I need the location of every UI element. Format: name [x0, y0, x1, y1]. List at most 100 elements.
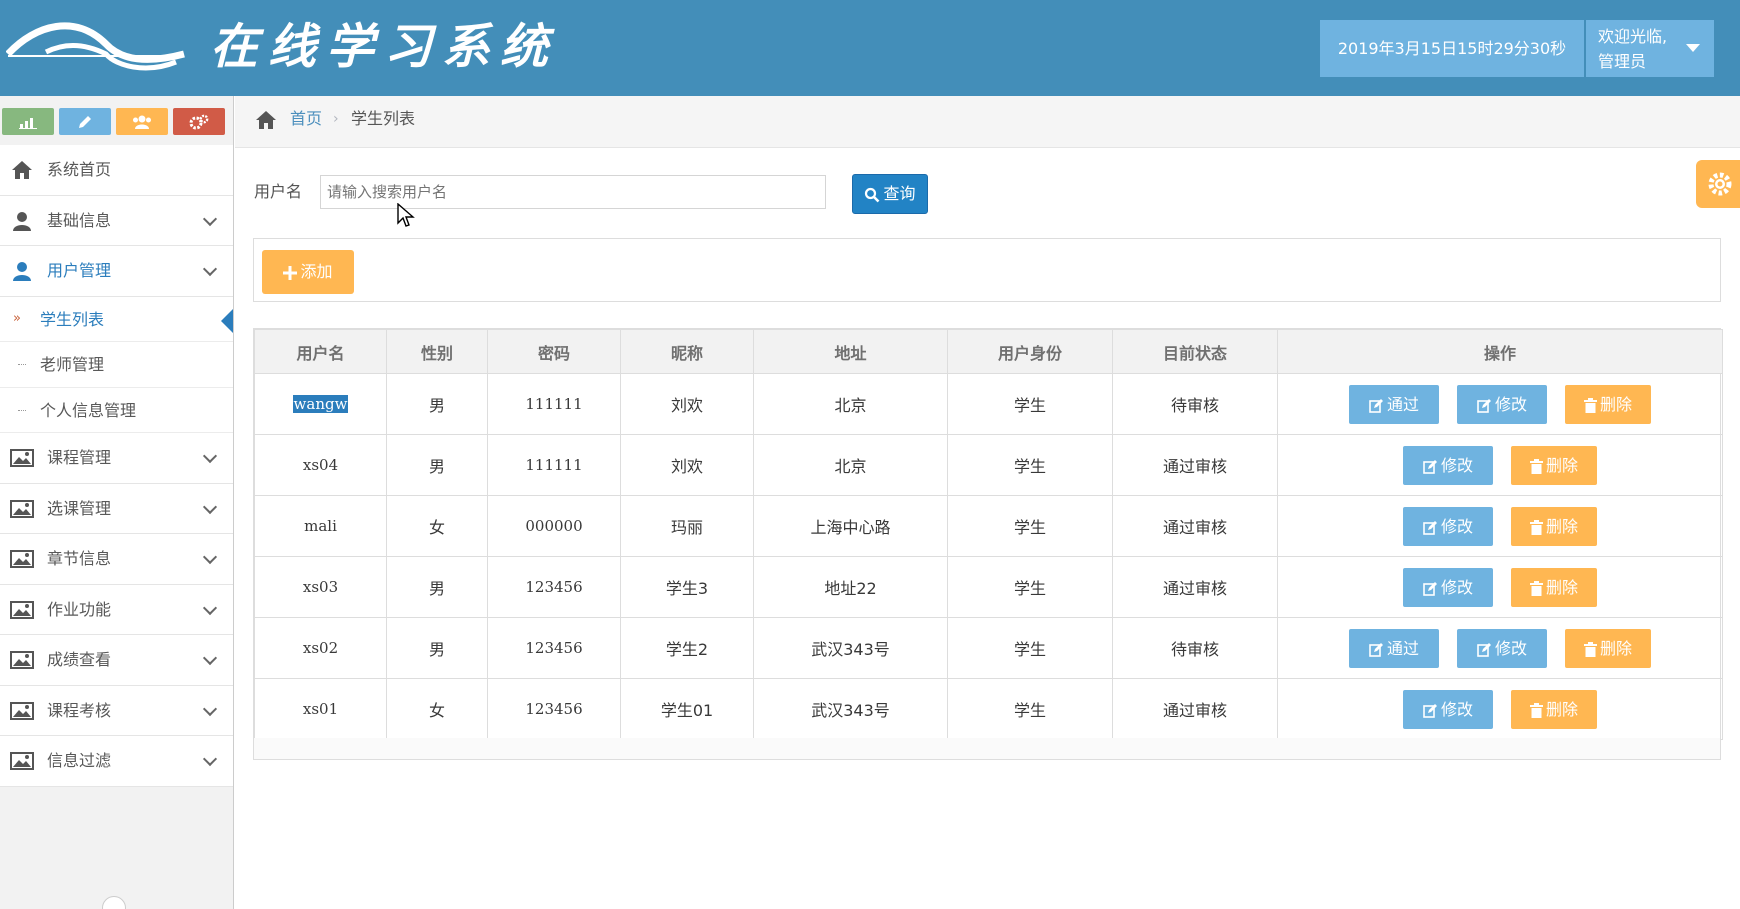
- user-icon: [13, 211, 31, 231]
- sidebar-item-basic-info[interactable]: 基础信息: [0, 195, 233, 246]
- cell-address: 上海中心路: [753, 495, 948, 557]
- delete-label: 删除: [1599, 638, 1632, 658]
- picture-icon: [10, 550, 34, 568]
- column-header[interactable]: 性别: [386, 329, 488, 374]
- pencil-icon[interactable]: [59, 108, 111, 135]
- selected-text: wangw: [292, 395, 349, 413]
- submenu-item-profile-management[interactable]: 个人信息管理: [0, 387, 233, 433]
- edit-button[interactable]: 修改: [1403, 506, 1493, 546]
- delete-button[interactable]: 删除: [1511, 445, 1597, 485]
- submenu-item-teacher-management[interactable]: 老师管理: [0, 342, 233, 388]
- table-row: xs01 女 123456 学生01 武汉343号 学生 通过审核 修改 删除: [254, 678, 1723, 740]
- edit-button[interactable]: 修改: [1457, 384, 1547, 424]
- column-header[interactable]: 用户身份: [947, 329, 1113, 374]
- column-header[interactable]: 密码: [487, 329, 621, 374]
- delete-button[interactable]: 删除: [1565, 384, 1651, 424]
- sidebar-item-home[interactable]: 系统首页: [0, 145, 233, 196]
- column-header[interactable]: 操作: [1277, 329, 1723, 374]
- mouse-cursor: [397, 203, 415, 227]
- cell-role: 学生: [947, 678, 1113, 740]
- cell-gender: 女: [386, 678, 488, 740]
- chevron-down-icon: [202, 448, 218, 464]
- search-button[interactable]: 查询: [852, 174, 928, 214]
- cell-status: 待审核: [1112, 373, 1278, 435]
- chevron-down-icon: [202, 701, 218, 716]
- sidebar-item-user-management[interactable]: 用户管理: [0, 246, 233, 297]
- cell-role: 学生: [947, 617, 1113, 679]
- username-text: mali: [304, 517, 337, 535]
- sidebar-item-info-filter[interactable]: 信息过滤: [0, 736, 233, 787]
- submenu-item-student-list[interactable]: » 学生列表: [0, 296, 233, 342]
- sidebar-item-course-management[interactable]: 课程管理: [0, 433, 233, 484]
- sidebar-item-course-assessment[interactable]: 课程考核: [0, 685, 233, 736]
- column-header[interactable]: 用户名: [254, 329, 387, 374]
- username-text: xs03: [302, 578, 339, 596]
- submenu-item-label: 老师管理: [40, 355, 105, 374]
- active-indicator: [221, 308, 233, 333]
- edit-icon: [1423, 520, 1437, 535]
- breadcrumb-separator: ›: [333, 111, 339, 127]
- column-header[interactable]: 目前状态: [1112, 329, 1278, 374]
- sidebar-shortcuts: [2, 108, 232, 135]
- add-button-label: 添加: [300, 262, 333, 281]
- trash-icon: [1529, 580, 1543, 596]
- approve-button[interactable]: 通过: [1349, 384, 1439, 424]
- edit-button[interactable]: 修改: [1457, 628, 1547, 668]
- sidebar-item-label: 成绩查看: [47, 650, 112, 669]
- edit-button[interactable]: 修改: [1403, 689, 1493, 729]
- cell-actions: 修改 删除: [1277, 434, 1723, 496]
- edit-button[interactable]: 修改: [1403, 567, 1493, 607]
- username-text: xs04: [302, 456, 339, 474]
- edit-label: 修改: [1440, 516, 1473, 536]
- username-text: xs01: [302, 700, 339, 718]
- cell-password: 000000: [487, 495, 621, 557]
- search-label: 用户名: [254, 182, 303, 201]
- add-button[interactable]: 添加: [262, 250, 354, 294]
- delete-button[interactable]: 删除: [1511, 689, 1597, 729]
- user-menu[interactable]: 欢迎光临, 管理员: [1584, 20, 1714, 77]
- picture-icon: [10, 701, 34, 720]
- approve-button[interactable]: 通过: [1349, 628, 1439, 668]
- table-row: wangw 男 111111 刘欢 北京 学生 待审核 通过 修改 删除: [254, 373, 1723, 435]
- top-navbar: 在线学习系统 2019年3月15日15时29分30秒 欢迎光临, 管理员: [0, 0, 1740, 96]
- chevron-down-icon: [202, 261, 218, 277]
- sidebar-collapse-button[interactable]: [102, 896, 126, 909]
- plus-icon: [283, 265, 298, 280]
- cell-username: wangw: [254, 373, 387, 435]
- sidebar-item-label: 课程管理: [47, 448, 112, 467]
- cell-username: xs03: [254, 556, 387, 618]
- stats-icon[interactable]: [2, 108, 54, 135]
- breadcrumb-home-link[interactable]: 首页: [290, 104, 322, 134]
- sidebar-item-chapter-info[interactable]: 章节信息: [0, 534, 233, 585]
- table-row: xs02 男 123456 学生2 武汉343号 学生 待审核 通过 修改 删除: [254, 617, 1723, 679]
- edit-icon: [1369, 642, 1383, 657]
- cell-username: xs01: [254, 678, 387, 740]
- cell-address: 武汉343号: [753, 678, 948, 740]
- users-icon[interactable]: [116, 108, 168, 135]
- cogs-icon[interactable]: [173, 108, 225, 135]
- delete-button[interactable]: 删除: [1511, 506, 1597, 546]
- search-input[interactable]: [320, 175, 826, 209]
- picture-icon: [10, 449, 34, 467]
- column-header[interactable]: 昵称: [620, 329, 754, 374]
- approve-label: 通过: [1386, 638, 1419, 658]
- cell-username: xs04: [254, 434, 387, 496]
- cell-password: 123456: [487, 617, 621, 679]
- delete-button[interactable]: 删除: [1565, 628, 1651, 668]
- cell-status: 通过审核: [1112, 434, 1278, 496]
- cell-address: 武汉343号: [753, 617, 948, 679]
- sidebar-item-grades[interactable]: 成绩查看: [0, 635, 233, 686]
- column-header[interactable]: 地址: [753, 329, 948, 374]
- edit-button[interactable]: 修改: [1403, 445, 1493, 485]
- settings-toggle[interactable]: [1696, 160, 1740, 208]
- trash-icon: [1529, 702, 1543, 718]
- sidebar-item-course-selection[interactable]: 选课管理: [0, 483, 233, 534]
- submenu-item-label: 学生列表: [40, 309, 105, 329]
- sidebar-item-homework[interactable]: 作业功能: [0, 584, 233, 635]
- submenu-user-management: » 学生列表 老师管理 个人信息管理: [0, 296, 233, 433]
- cell-role: 学生: [947, 495, 1113, 557]
- sidebar-item-label: 课程考核: [47, 700, 112, 720]
- table-toolbar: 添加: [253, 238, 1721, 302]
- delete-button[interactable]: 删除: [1511, 567, 1597, 607]
- cell-password: 111111: [487, 373, 621, 435]
